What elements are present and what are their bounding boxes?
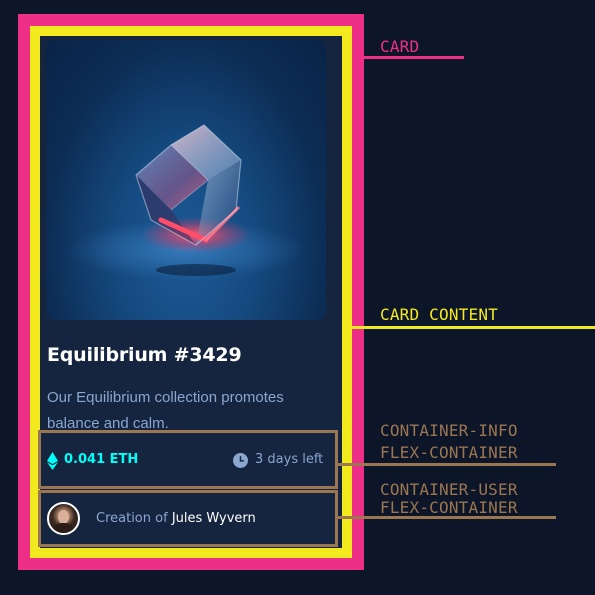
annotation-container-user-2: FLEX-CONTAINER <box>380 498 518 517</box>
price-value: 0.041 ETH <box>64 452 139 467</box>
creation-prefix: Creation of <box>96 511 168 526</box>
clock-icon <box>233 453 248 468</box>
annotation-card-content: CARD CONTENT <box>380 305 498 324</box>
annotation-container-info-1: CONTAINER-INFO <box>380 421 518 440</box>
ethereum-icon <box>47 452 58 470</box>
annotation-container-info-line <box>338 463 556 466</box>
card-title[interactable]: Equilibrium #3429 <box>47 344 242 366</box>
annotation-card: CARD <box>380 37 420 56</box>
glass-cube-illustration <box>66 124 306 280</box>
annotation-card-line <box>364 56 464 59</box>
nft-image <box>46 40 326 320</box>
annotation-container-user-1: CONTAINER-USER <box>380 480 518 499</box>
time-left: 3 days left <box>255 452 324 467</box>
annotation-card-content-line <box>352 326 595 329</box>
avatar <box>47 502 80 535</box>
annotation-container-info-2: FLEX-CONTAINER <box>380 443 518 462</box>
annotation-container-user-line <box>338 516 556 519</box>
creator-name[interactable]: Jules Wyvern <box>172 511 256 526</box>
creator-line: Creation of Jules Wyvern <box>96 511 256 526</box>
